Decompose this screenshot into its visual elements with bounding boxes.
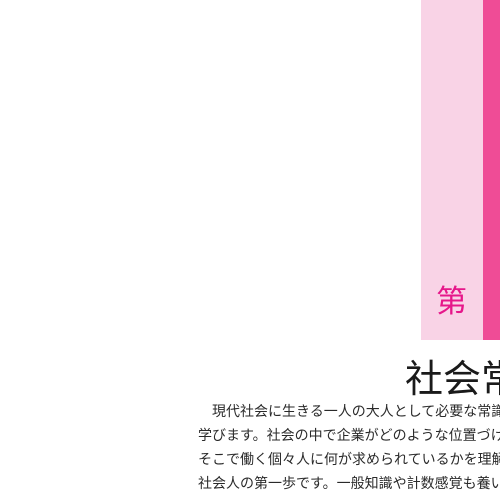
chapter-band-dark xyxy=(483,0,500,340)
intro-line: 現代社会に生きる一人の大人として必要な常識や xyxy=(198,404,500,420)
document-page: 第 社会常 現代社会に生きる一人の大人として必要な常識や 学びます。社会の中で企… xyxy=(0,0,500,500)
intro-line: そこで働く個々人に何が求められているかを理解す xyxy=(198,452,500,468)
intro-line: 学びます。社会の中で企業がどのような位置づけに xyxy=(198,428,500,444)
intro-paragraph: 現代社会に生きる一人の大人として必要な常識や 学びます。社会の中で企業がどのよう… xyxy=(198,400,500,496)
section-title: 社会常 xyxy=(405,357,500,401)
intro-line: 社会人の第一歩です。一般知識や計数感覚も養いま xyxy=(198,476,500,492)
chapter-mark: 第 xyxy=(436,284,467,320)
